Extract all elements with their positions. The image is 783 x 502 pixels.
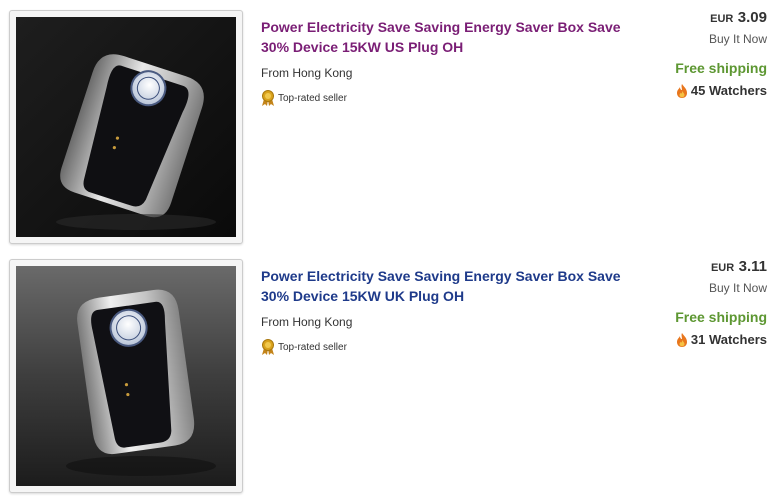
watchers-label: 31 Watchers [690,332,767,347]
medal-icon [262,90,274,106]
energy-saver-plug-icon [16,266,236,486]
watchers-count: 45 Watchers [676,83,767,98]
item-location: From Hong Kong [261,315,353,329]
flame-icon [676,332,687,347]
product-image[interactable] [16,266,236,486]
item-location: From Hong Kong [261,66,353,80]
listing-title: Power Electricity Save Saving Energy Sav… [261,17,621,57]
watchers-count: 31 Watchers [676,332,767,347]
price: EUR 3.09 [710,9,767,27]
listing-title: Power Electricity Save Saving Energy Sav… [261,266,621,306]
price-currency: EUR [710,262,735,274]
listing-item[interactable]: Power Electricity Save Saving Energy Sav… [0,0,783,244]
energy-saver-plug-icon [16,17,236,237]
medal-icon [262,339,274,355]
listing-title-link[interactable]: Power Electricity Save Saving Energy Sav… [261,19,621,55]
free-shipping-label: Free shipping [675,60,767,76]
buy-it-now-label: Buy It Now [708,281,767,295]
flame-icon [676,83,687,98]
top-rated-label: Top-rated seller [278,341,347,353]
product-image[interactable] [16,17,236,237]
price: EUR 3.11 [711,258,767,276]
price-amount: 3.11 [738,258,767,275]
watchers-label: 45 Watchers [690,83,767,98]
free-shipping-label: Free shipping [675,309,767,325]
top-rated-label: Top-rated seller [278,92,347,104]
listing-item[interactable]: Power Electricity Save Saving Energy Sav… [0,249,783,493]
top-rated-seller-badge: Top-rated seller [261,90,347,106]
listing-title-link[interactable]: Power Electricity Save Saving Energy Sav… [261,268,621,304]
product-thumbnail[interactable] [9,259,243,493]
buy-it-now-label: Buy It Now [708,32,767,46]
price-amount: 3.09 [737,9,767,26]
price-currency: EUR [710,13,734,25]
top-rated-seller-badge: Top-rated seller [261,339,347,355]
product-thumbnail[interactable] [9,10,243,244]
